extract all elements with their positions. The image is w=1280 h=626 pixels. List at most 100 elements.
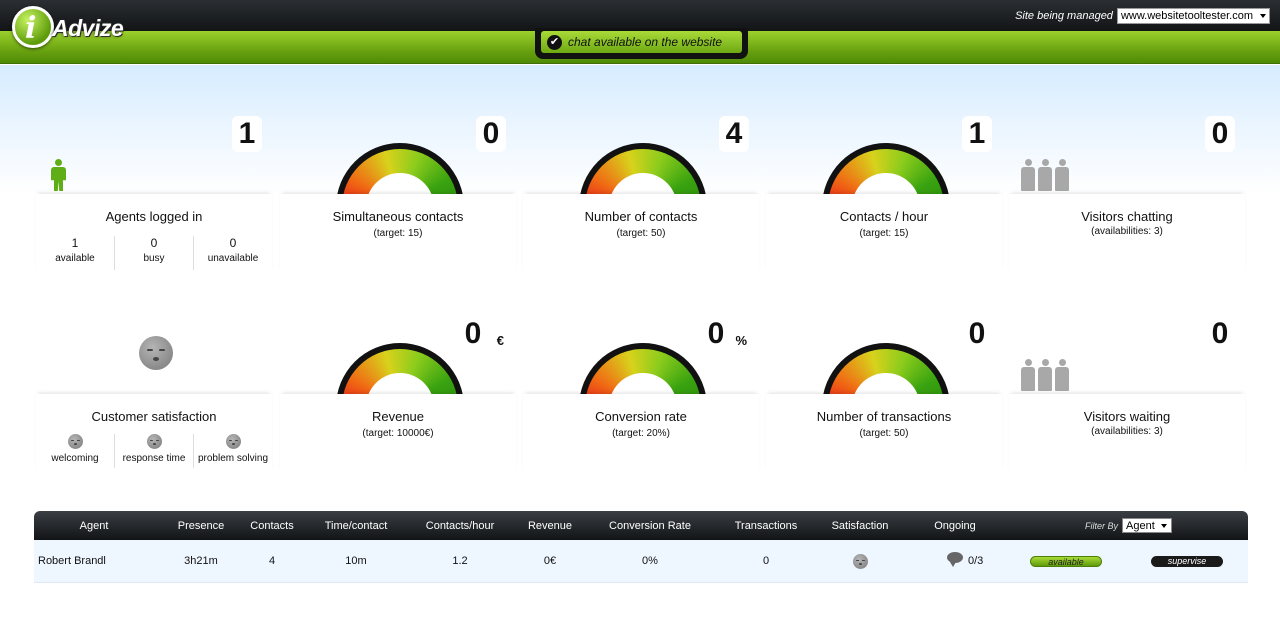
tile-value: 1 bbox=[232, 116, 262, 152]
tile-target: (target: 15) bbox=[859, 228, 909, 239]
filter-select[interactable]: Agent bbox=[1122, 518, 1172, 533]
tile-title: Conversion rate bbox=[595, 409, 687, 424]
tile-number-of-transactions: 0 Number of transactions (target: 50) bbox=[766, 291, 1002, 474]
chat-bubble-icon bbox=[947, 552, 963, 567]
table-row[interactable]: Robert Brandl 3h21m 4 10m 1.2 0€ 0% 0 0/… bbox=[34, 540, 1248, 583]
supervise-button[interactable]: supervise bbox=[1151, 556, 1223, 567]
tile-agents-logged-in: 1 Agents logged in 1 available 0 busy 0 una… bbox=[36, 91, 272, 274]
tile-unit: € bbox=[496, 333, 504, 348]
tile-value: 0 bbox=[1205, 116, 1235, 152]
cell-presence: 3h21m bbox=[184, 555, 218, 567]
cell-ongoing: 0/3 bbox=[968, 555, 984, 567]
dropdown-arrow-icon bbox=[1260, 14, 1266, 18]
tile-visitors-chatting: 0 Visitors chatting (availabilities: 3) bbox=[1009, 91, 1245, 274]
filter-by: Filter By Agent bbox=[1085, 518, 1172, 533]
tile-contacts-per-hour: 1 Contacts / hour (target: 15) bbox=[766, 91, 1002, 274]
tile-unit: % bbox=[735, 333, 747, 348]
logo-word: Advize bbox=[52, 15, 124, 41]
col-revenue[interactable]: Revenue bbox=[528, 520, 572, 532]
filter-value: Agent bbox=[1126, 520, 1155, 532]
col-contacts[interactable]: Contacts bbox=[250, 520, 293, 532]
site-select[interactable]: www.websitetooltester.com bbox=[1116, 8, 1270, 24]
tile-panel: Conversion rate (target: 20%) bbox=[523, 394, 759, 474]
tile-title: Number of contacts bbox=[584, 209, 698, 224]
tile-simultaneous-contacts: 0 Simultaneous contacts (target: 15) bbox=[280, 91, 516, 274]
col-transactions[interactable]: Transactions bbox=[735, 520, 798, 532]
stat-problem-solving: problem solving bbox=[194, 434, 272, 468]
tile-panel: Revenue (target: 10000€) bbox=[280, 394, 516, 474]
tile-revenue: 0 € Revenue (target: 10000€) bbox=[280, 291, 516, 474]
visitors-icon bbox=[1021, 359, 1071, 391]
tile-availabilities: (availabilities: 3) bbox=[1091, 226, 1163, 237]
tile-value: 0 bbox=[1205, 316, 1235, 352]
tile-value: 0 bbox=[962, 316, 992, 352]
tile-title: Visitors waiting bbox=[1083, 409, 1171, 424]
site-managed: Site being managed www.websitetooltester… bbox=[1015, 8, 1270, 24]
tile-number-of-contacts: 4 Number of contacts (target: 50) bbox=[523, 91, 759, 274]
cell-transactions: 0 bbox=[762, 555, 770, 567]
table-header: Agent Presence Contacts Time/contact Con… bbox=[34, 511, 1248, 540]
check-icon: ✔ bbox=[547, 34, 562, 50]
tile-value: 1 bbox=[962, 116, 992, 152]
stat-available: 1 available bbox=[36, 236, 115, 270]
col-time-contact[interactable]: Time/contact bbox=[325, 520, 388, 532]
neutral-smiley-icon bbox=[139, 336, 173, 370]
tile-value: 4 bbox=[719, 116, 749, 152]
cell-agent[interactable]: Robert Brandl bbox=[38, 555, 106, 567]
stat-welcoming: welcoming bbox=[36, 434, 115, 468]
tile-title: Visitors chatting bbox=[1081, 209, 1173, 224]
col-ongoing[interactable]: Ongoing bbox=[934, 520, 976, 532]
tile-target: (target: 50) bbox=[616, 228, 666, 239]
tile-target: (target: 10000€) bbox=[362, 428, 434, 439]
col-conversion-rate[interactable]: Conversion Rate bbox=[609, 520, 691, 532]
satisfaction-stats: welcoming response time problem solving bbox=[36, 434, 272, 468]
chat-status-inner: ✔ chat available on the website bbox=[541, 31, 742, 53]
tile-target: (target: 50) bbox=[859, 428, 909, 439]
cell-contacts: 4 bbox=[268, 555, 276, 567]
chat-status-text: chat available on the website bbox=[568, 35, 723, 49]
cell-time-contact: 10m bbox=[345, 555, 367, 567]
tile-panel: Visitors chatting (availabilities: 3) bbox=[1009, 194, 1245, 274]
neutral-smiley-icon bbox=[853, 554, 868, 569]
col-contacts-hour[interactable]: Contacts/hour bbox=[426, 520, 494, 532]
agent-stats: 1 available 0 busy 0 unavailable bbox=[36, 236, 272, 270]
tile-target: (target: 15) bbox=[373, 228, 423, 239]
tile-panel: Number of contacts (target: 50) bbox=[523, 194, 759, 274]
col-presence[interactable]: Presence bbox=[178, 520, 224, 532]
neutral-smiley-icon bbox=[67, 434, 83, 449]
tile-title: Contacts / hour bbox=[839, 209, 929, 224]
tile-panel: Customer satisfaction welcoming response… bbox=[36, 394, 272, 474]
tile-title: Customer satisfaction bbox=[91, 409, 217, 424]
tile-target: (target: 20%) bbox=[612, 428, 670, 439]
tile-title: Number of transactions bbox=[816, 409, 952, 424]
stat-response-time: response time bbox=[115, 434, 194, 468]
stat-unavailable: 0 unavailable bbox=[207, 236, 259, 264]
neutral-smiley-icon bbox=[146, 434, 162, 449]
neutral-smiley-icon bbox=[225, 434, 241, 449]
site-managed-label: Site being managed bbox=[1015, 10, 1113, 22]
tile-panel: Simultaneous contacts (target: 15) bbox=[280, 194, 516, 274]
tile-visitors-waiting: 0 Visitors waiting (availabilities: 3) bbox=[1009, 291, 1245, 474]
col-satisfaction[interactable]: Satisfaction bbox=[832, 520, 889, 532]
tile-panel: Visitors waiting (availabilities: 3) bbox=[1009, 394, 1245, 474]
cell-revenue: 0€ bbox=[543, 555, 557, 567]
col-agent[interactable]: Agent bbox=[80, 520, 109, 532]
tile-value: 0 bbox=[476, 116, 506, 152]
filter-label: Filter By bbox=[1084, 520, 1118, 531]
agents-table: Agent Presence Contacts Time/contact Con… bbox=[34, 511, 1248, 583]
chat-status-pill[interactable]: ✔ chat available on the website bbox=[535, 28, 748, 59]
stat-busy: 0 busy bbox=[115, 236, 194, 270]
cell-contacts-hour: 1.2 bbox=[452, 555, 468, 567]
tile-panel: Agents logged in 1 available 0 busy 0 unava… bbox=[36, 194, 272, 274]
tile-title: Revenue bbox=[371, 409, 425, 424]
iadvize-logo[interactable]: i Advize bbox=[12, 6, 124, 52]
status-badge[interactable]: available bbox=[1030, 556, 1102, 567]
tile-availabilities: (availabilities: 3) bbox=[1091, 426, 1163, 437]
logo-disc-icon: i bbox=[12, 6, 54, 48]
tile-customer-satisfaction: Customer satisfaction welcoming response… bbox=[36, 291, 272, 474]
dashboard: 1 Agents logged in 1 available 0 busy 0 una… bbox=[0, 65, 1280, 495]
dropdown-arrow-icon bbox=[1161, 524, 1167, 528]
tile-panel: Contacts / hour (target: 15) bbox=[766, 194, 1002, 274]
tile-title: Simultaneous contacts bbox=[332, 209, 464, 224]
tile-panel: Number of transactions (target: 50) bbox=[766, 394, 1002, 474]
